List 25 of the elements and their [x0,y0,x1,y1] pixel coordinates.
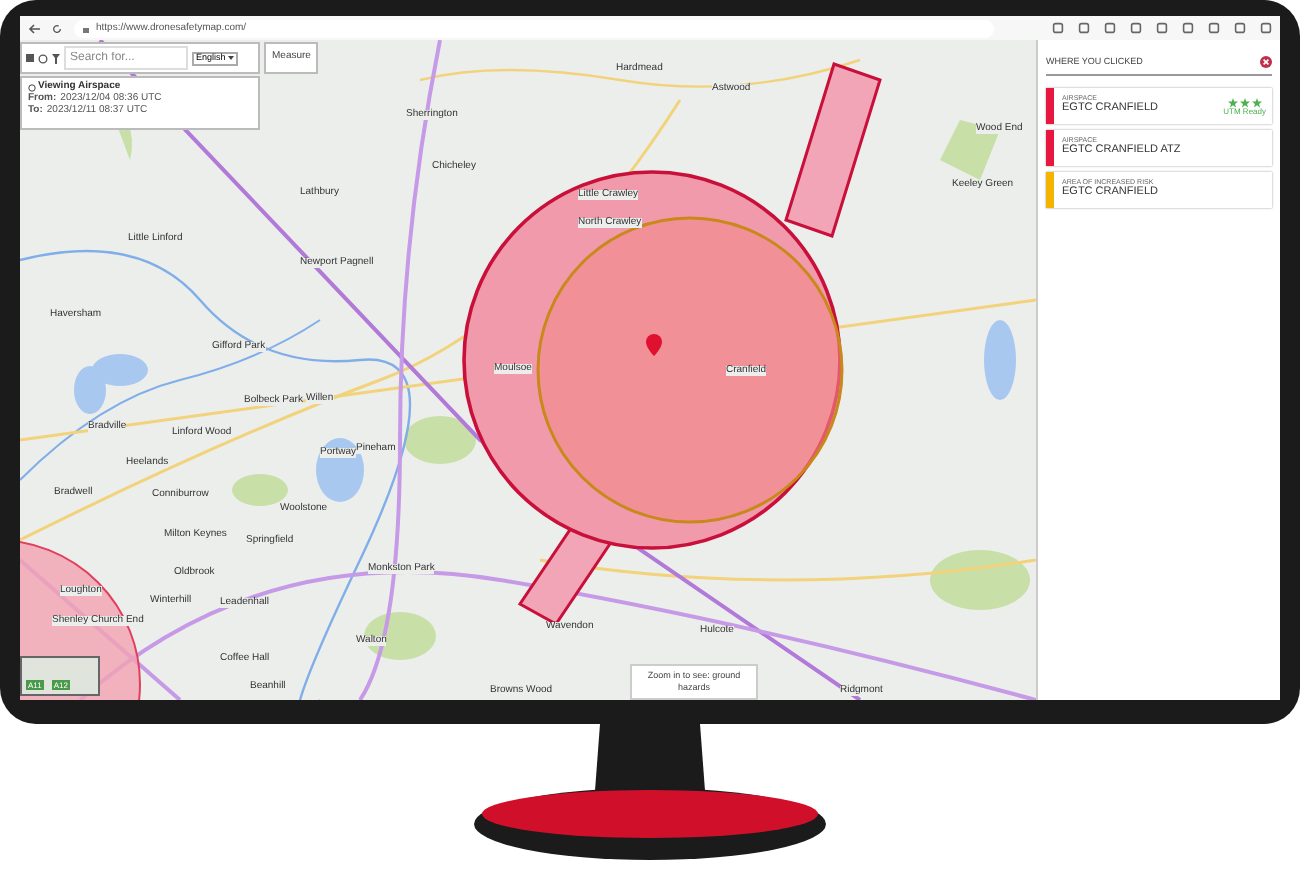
browser-toolbar-icon[interactable] [1260,22,1272,34]
park-area [232,474,288,506]
filter-icon[interactable] [52,53,60,63]
close-icon[interactable] [1260,56,1272,68]
clock-icon [28,83,36,91]
caret-icon [227,56,234,60]
browser-toolbar-icon[interactable] [1052,22,1064,34]
browser-toolbar-icon[interactable] [1156,22,1168,34]
browser-toolbar-icon[interactable] [1078,22,1090,34]
refresh-icon[interactable] [52,23,62,33]
lake [984,320,1016,400]
park-area [404,416,476,464]
map-view[interactable] [20,40,1036,700]
back-icon[interactable] [28,23,40,33]
browser-toolbar-icon[interactable] [1104,22,1116,34]
browser-toolbar-icon[interactable] [1130,22,1142,34]
park-area [930,550,1030,610]
lake [74,354,148,414]
location-pin-icon [646,334,662,356]
browser-toolbar-icon[interactable] [1182,22,1194,34]
browser-toolbar-icon[interactable] [1234,22,1246,34]
lock-icon [82,23,90,33]
circle-icon[interactable] [38,53,48,63]
browser-toolbar-icon[interactable] [1208,22,1220,34]
park-area [940,120,1000,180]
